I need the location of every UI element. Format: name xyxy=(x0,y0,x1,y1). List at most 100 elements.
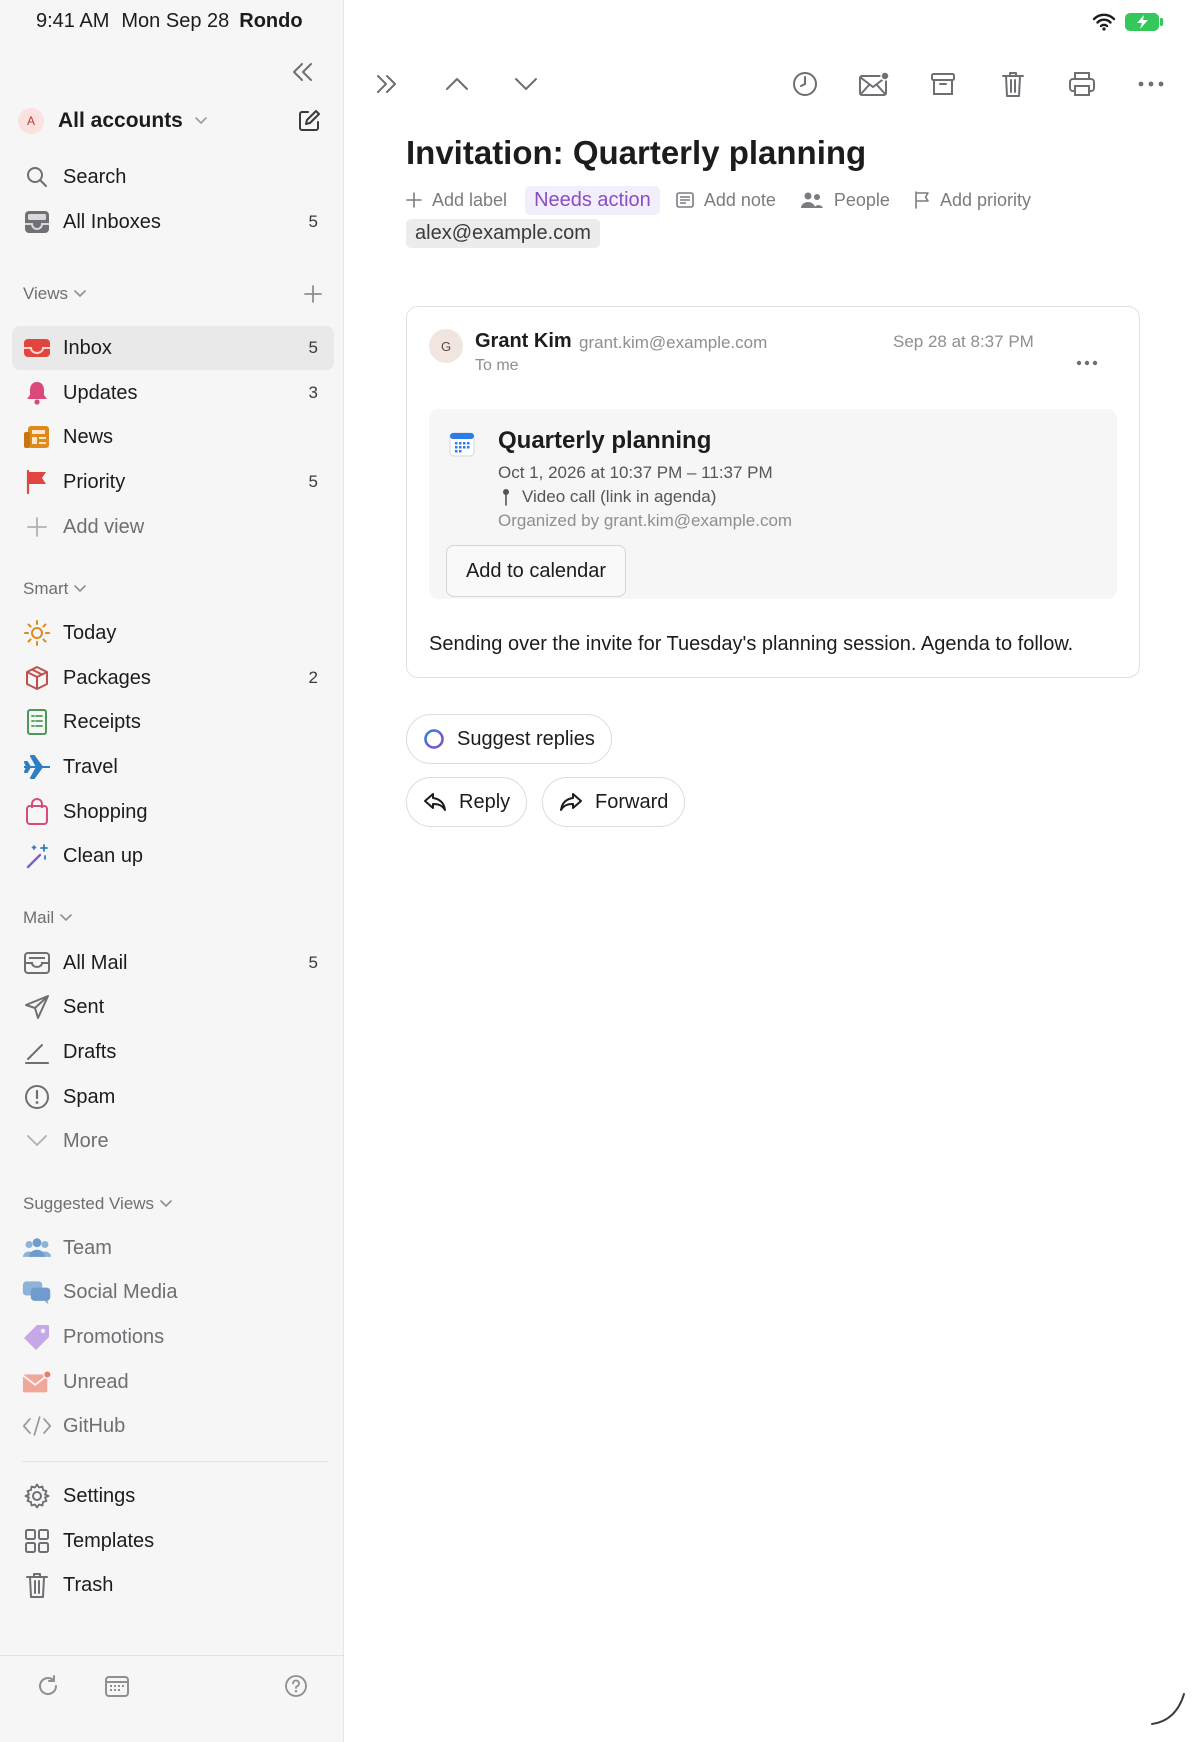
section-header-label: Smart xyxy=(23,579,69,598)
shopping-bag-icon xyxy=(22,797,52,827)
sidebar-footer-divider xyxy=(0,1655,344,1656)
collapse-sidebar-button[interactable] xyxy=(286,56,318,88)
mark-unread-button[interactable] xyxy=(856,66,892,102)
sidebar-item-receipts[interactable]: Receipts xyxy=(12,700,334,744)
sidebar-item-label: Add view xyxy=(63,515,145,538)
suggest-replies-button[interactable]: Suggest replies xyxy=(406,714,612,764)
refresh-button[interactable] xyxy=(32,1670,64,1702)
sender-name[interactable]: Grant Kim xyxy=(475,330,572,353)
ai-ring-icon xyxy=(423,728,445,750)
trash-icon xyxy=(1002,72,1024,97)
account-switcher[interactable]: A All accounts xyxy=(18,106,324,136)
sidebar-item-spam[interactable]: Spam xyxy=(12,1075,334,1119)
sidebar-item-shopping[interactable]: Shopping xyxy=(12,790,334,834)
refresh-icon xyxy=(39,1675,58,1695)
add-priority-button[interactable]: Add priority xyxy=(914,190,1031,211)
section-header-smart[interactable]: Smart xyxy=(23,577,323,601)
sidebar-item-add-view[interactable]: Add view xyxy=(12,505,334,549)
add-note-button[interactable]: Add note xyxy=(676,190,776,211)
delete-button[interactable] xyxy=(995,66,1031,102)
calendar-icon xyxy=(105,1676,129,1697)
calendar-icon xyxy=(447,429,477,459)
next-message-button[interactable] xyxy=(508,66,544,102)
sidebar-item-social-media[interactable]: Social Media xyxy=(12,1270,334,1314)
chat-bubbles-icon xyxy=(22,1277,52,1307)
sidebar-item-travel[interactable]: Travel xyxy=(12,745,334,789)
bell-icon xyxy=(22,378,52,408)
sidebar-item-settings[interactable]: Settings xyxy=(12,1474,334,1518)
section-header-mail[interactable]: Mail xyxy=(23,906,323,930)
compose-button[interactable] xyxy=(294,106,324,136)
status-bar-right xyxy=(1092,12,1164,32)
people-icon xyxy=(800,191,824,209)
warning-circle-icon xyxy=(22,1082,52,1112)
trash-icon xyxy=(22,1570,52,1600)
sidebar-item-priority[interactable]: Priority 5 xyxy=(12,460,334,504)
sidebar-item-updates[interactable]: Updates 3 xyxy=(12,371,334,415)
add-note-text: Add note xyxy=(703,189,776,210)
expand-sidebar-button[interactable] xyxy=(369,66,405,102)
sender-email[interactable]: grant.kim@example.com xyxy=(579,333,767,353)
wifi-icon xyxy=(1092,13,1116,31)
sidebar-item-count: 5 xyxy=(308,472,318,491)
sidebar-item-all-inboxes[interactable]: All Inboxes 5 xyxy=(12,200,334,244)
account-avatar: A xyxy=(18,108,44,134)
add-view-plus-icon[interactable] xyxy=(303,284,323,304)
sidebar-item-team[interactable]: Team xyxy=(12,1226,334,1270)
recipient-summary: To me xyxy=(475,357,519,374)
resize-grip-icon[interactable] xyxy=(1148,1688,1188,1728)
reply-label: Reply xyxy=(459,790,511,813)
sidebar-item-today[interactable]: Today xyxy=(12,611,334,655)
section-header-suggested-views[interactable]: Suggested Views xyxy=(23,1192,323,1216)
email-subject: Invitation: Quarterly planning xyxy=(406,134,867,171)
reply-button[interactable]: Reply xyxy=(406,777,528,827)
section-header-views[interactable]: Views xyxy=(23,282,323,306)
magic-wand-icon xyxy=(22,841,52,871)
plus-icon xyxy=(22,512,52,542)
archive-button[interactable] xyxy=(925,66,961,102)
sidebar-item-trash[interactable]: Trash xyxy=(12,1563,334,1607)
sidebar-item-clean-up[interactable]: Clean up xyxy=(12,834,334,878)
message-more-button[interactable] xyxy=(1071,351,1103,375)
sidebar-item-news[interactable]: News xyxy=(12,415,334,459)
sidebar-item-unread[interactable]: Unread xyxy=(12,1360,334,1404)
sidebar-item-sent[interactable]: Sent xyxy=(12,985,334,1029)
sidebar-item-label: Social Media xyxy=(63,1280,178,1303)
sidebar-divider xyxy=(22,1461,328,1462)
forward-button[interactable]: Forward xyxy=(542,777,686,827)
location-pin-icon xyxy=(502,488,510,506)
more-actions-button[interactable] xyxy=(1133,66,1169,102)
chevron-down-icon xyxy=(74,585,87,593)
sidebar-item-drafts[interactable]: Drafts xyxy=(12,1030,334,1074)
add-label-button[interactable]: Add label xyxy=(406,190,507,211)
sidebar-item-promotions[interactable]: Promotions xyxy=(12,1315,334,1359)
previous-message-button[interactable] xyxy=(439,66,475,102)
calendar-button[interactable] xyxy=(101,1670,133,1702)
add-to-calendar-button[interactable]: Add to calendar xyxy=(446,545,626,597)
status-time: 9:41 AM xyxy=(36,10,110,32)
sidebar-item-packages[interactable]: Packages 2 xyxy=(12,656,334,700)
sidebar-item-inbox[interactable]: Inbox 5 xyxy=(12,326,334,370)
sidebar-item-all-mail[interactable]: All Mail 5 xyxy=(12,941,334,985)
status-badge[interactable]: Needs action xyxy=(525,185,660,215)
ellipsis-icon xyxy=(1076,360,1098,366)
sidebar-item-count: 3 xyxy=(308,383,318,402)
status-bar-left: 9:41 AM Mon Sep 28 Rondo xyxy=(36,10,303,33)
sidebar-item-more[interactable]: More xyxy=(12,1119,334,1163)
forward-label: Forward xyxy=(595,790,669,813)
add-priority-text: Add priority xyxy=(939,189,1031,210)
sidebar-item-github[interactable]: GitHub xyxy=(12,1404,334,1448)
sidebar-item-templates[interactable]: Templates xyxy=(12,1519,334,1563)
help-button[interactable] xyxy=(280,1670,312,1702)
chevron-down-icon xyxy=(160,1200,172,1208)
unread-envelope-icon xyxy=(859,71,890,96)
note-icon xyxy=(676,192,694,208)
message-date: Sep 28 at 8:37 PM xyxy=(893,332,1034,351)
recipient-chip[interactable]: alex@example.com xyxy=(406,219,600,248)
snooze-button[interactable] xyxy=(787,66,823,102)
sidebar-item-search[interactable]: Search xyxy=(12,155,334,199)
sidebar-item-count: 5 xyxy=(308,953,318,972)
people-button[interactable]: People xyxy=(800,190,890,211)
print-button[interactable] xyxy=(1064,66,1100,102)
sidebar-item-label: GitHub xyxy=(63,1414,126,1437)
